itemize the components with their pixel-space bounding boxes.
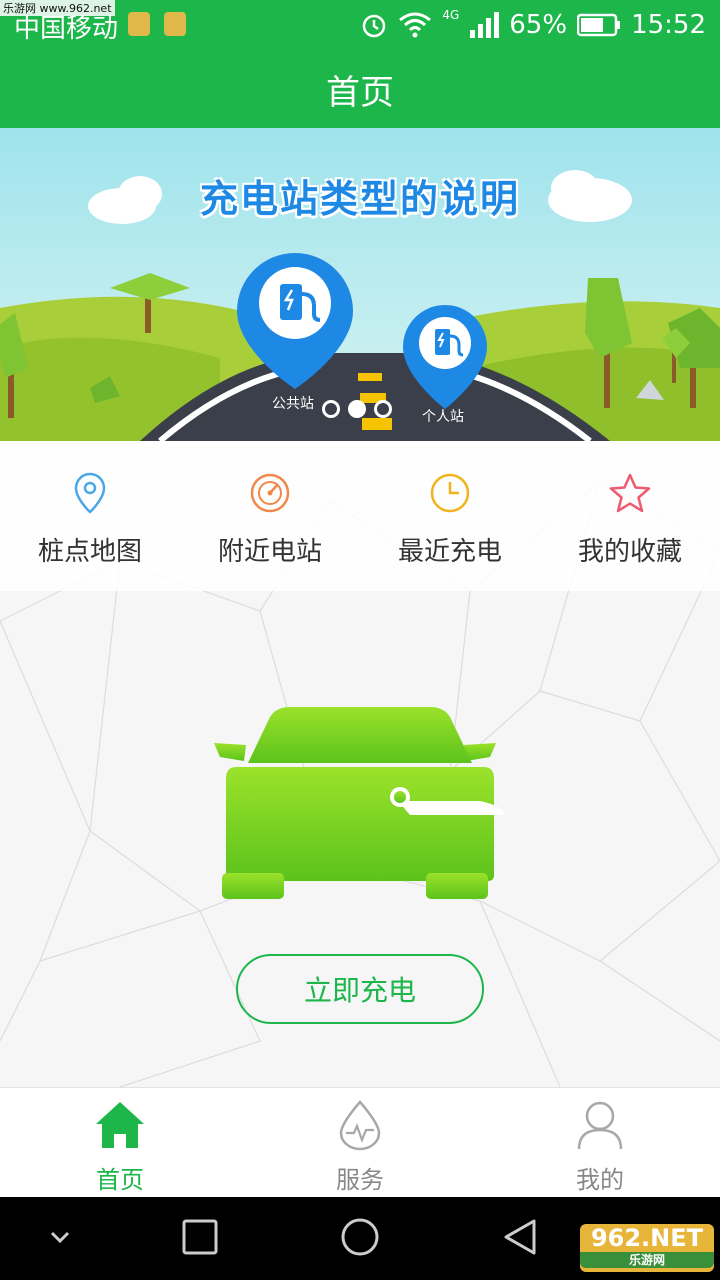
quick-action-map[interactable]: 桩点地图 — [0, 441, 180, 591]
quick-action-label: 我的收藏 — [577, 537, 682, 567]
tab-label: 服务 — [336, 1166, 384, 1194]
recents-button[interactable] — [182, 1217, 218, 1257]
charge-now-button[interactable]: 立即充电 — [236, 954, 484, 1024]
tab-home[interactable]: 首页 — [0, 1088, 240, 1197]
quick-action-nearby[interactable]: 附近电站 — [180, 441, 360, 591]
chevron-down-icon[interactable] — [46, 1217, 74, 1257]
app-notification-icon — [164, 12, 186, 36]
carousel-dot[interactable] — [322, 400, 340, 418]
pin-label-personal: 个人站 — [422, 409, 464, 425]
star-icon — [608, 471, 652, 515]
home-button[interactable] — [340, 1217, 380, 1257]
quick-action-recent[interactable]: 最近充电 — [360, 441, 540, 591]
watermark-text: 962.NET — [590, 1224, 704, 1252]
pin-label-public: 公共站 — [272, 396, 314, 412]
clock-time: 15:52 — [631, 10, 706, 40]
service-drop-icon — [333, 1098, 387, 1152]
signal-icon — [470, 12, 500, 38]
carousel-dot[interactable] — [374, 400, 392, 418]
watermark-logo: 962.NET 乐游网 — [580, 1224, 714, 1272]
alarm-icon — [363, 14, 386, 38]
bottom-tab-bar: 首页 服务 我的 — [0, 1087, 720, 1197]
carousel-indicator — [322, 400, 392, 418]
tab-label: 首页 — [96, 1166, 144, 1194]
home-icon — [93, 1098, 147, 1152]
watermark-top: 乐游网 www.962.net — [0, 0, 115, 16]
user-icon — [573, 1098, 627, 1152]
map-pin-icon — [68, 471, 112, 515]
main-content: 桩点地图 附近电站 最近充电 我的收藏 立即充电 — [0, 441, 720, 1087]
back-button[interactable] — [502, 1217, 538, 1257]
quick-actions: 桩点地图 附近电站 最近充电 我的收藏 — [0, 441, 720, 591]
wifi-icon — [399, 12, 432, 38]
car-illustration — [214, 707, 506, 899]
gauge-icon — [248, 471, 292, 515]
tab-mine[interactable]: 我的 — [480, 1088, 720, 1197]
network-type: 4G — [442, 8, 460, 22]
tab-label: 我的 — [576, 1166, 624, 1194]
battery-percent: 65% — [509, 10, 568, 40]
clock-icon — [428, 471, 472, 515]
quick-action-label: 附近电站 — [217, 537, 322, 567]
watermark-subtext: 乐游网 — [580, 1252, 714, 1268]
battery-icon — [577, 13, 621, 37]
quick-action-label: 桩点地图 — [37, 537, 142, 567]
banner-title: 充电站类型的说明 — [199, 177, 520, 221]
app-notification-icon — [128, 12, 150, 36]
banner-carousel[interactable]: 充电站类型的说明 公共站 个人站 — [0, 128, 720, 441]
tab-service[interactable]: 服务 — [240, 1088, 480, 1197]
quick-action-favorites[interactable]: 我的收藏 — [540, 441, 720, 591]
carousel-dot-active[interactable] — [348, 400, 366, 418]
page-title: 首页 — [0, 50, 720, 128]
quick-action-label: 最近充电 — [397, 537, 502, 567]
